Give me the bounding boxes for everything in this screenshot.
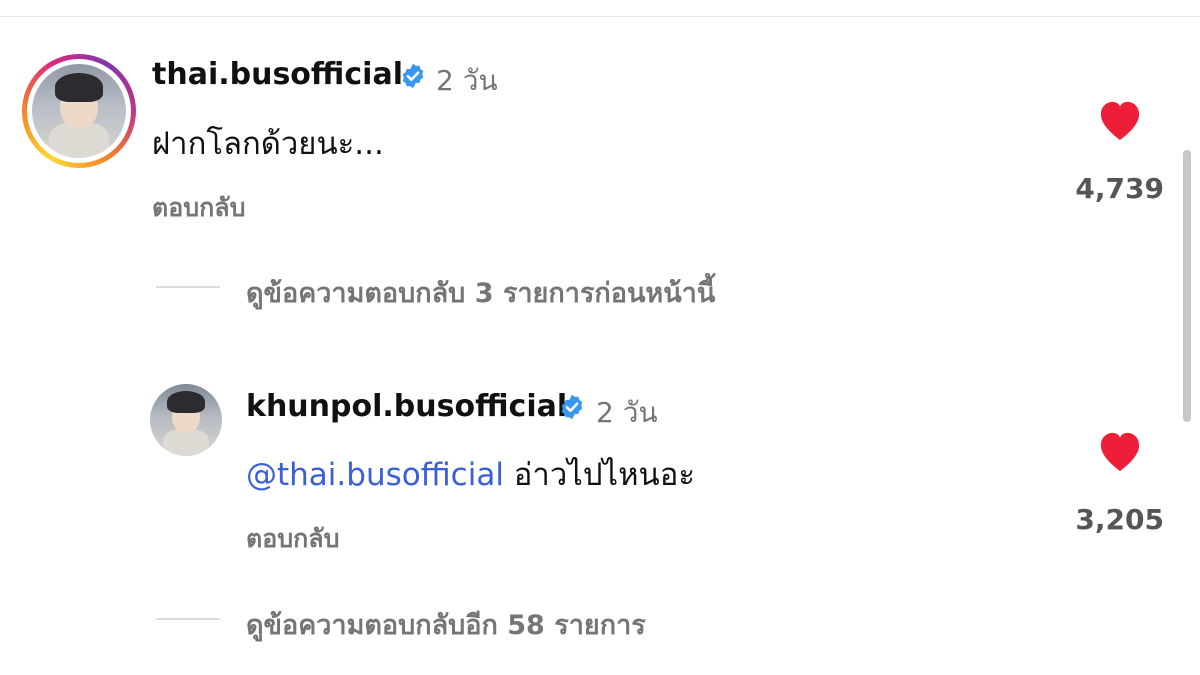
top-divider xyxy=(0,16,1200,17)
like-count: 4,739 xyxy=(1075,172,1164,205)
reply-button[interactable]: ตอบกลับ xyxy=(152,188,245,228)
scrollbar[interactable] xyxy=(1183,150,1191,422)
heart-icon[interactable] xyxy=(1097,100,1143,142)
avatar xyxy=(32,64,126,158)
reply-button[interactable]: ตอบกลับ xyxy=(246,519,339,559)
thread-line xyxy=(156,618,220,620)
like-count: 3,205 xyxy=(1075,503,1164,536)
reply-body: อ่าวไปไหนอะ xyxy=(503,457,695,493)
heart-icon[interactable] xyxy=(1097,431,1143,473)
view-previous-replies-button[interactable]: ดูข้อความตอบกลับ 3 รายการก่อนหน้านี้ xyxy=(246,271,715,314)
verified-badge-icon xyxy=(402,63,424,89)
story-ring-avatar[interactable] xyxy=(22,54,136,168)
comment-time: 2 วัน xyxy=(436,64,498,97)
mention-link[interactable]: @thai.busofficial xyxy=(246,457,504,493)
comment-username[interactable]: thai.busofficial xyxy=(152,57,403,92)
reply-text: @thai.busofficial อ่าวไปไหนอะ xyxy=(246,449,695,499)
verified-badge-icon xyxy=(561,394,583,420)
reply-time: 2 วัน xyxy=(596,396,658,429)
avatar[interactable] xyxy=(150,384,222,456)
thread-line xyxy=(156,286,220,288)
view-more-replies-button[interactable]: ดูข้อความตอบกลับอีก 58 รายการ xyxy=(246,603,646,646)
comment-text: ฝากโลกด้วยนะ... xyxy=(152,126,384,162)
reply-username[interactable]: khunpol.busofficial xyxy=(246,389,567,424)
